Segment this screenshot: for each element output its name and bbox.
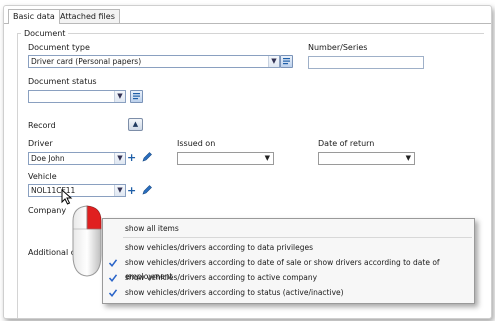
dialog-window: Basic data Attached files Document Docum… — [3, 5, 492, 319]
document-type-select[interactable]: Driver card (Personal papers) ▼ — [28, 55, 280, 68]
checkmark-icon — [108, 274, 118, 283]
document-status-label: Document status — [28, 77, 97, 86]
tab-underline — [4, 23, 491, 24]
chevron-down-icon[interactable]: ▼ — [114, 91, 125, 102]
checkmark-icon — [108, 289, 118, 298]
driver-value: Doe John — [31, 154, 65, 163]
mouse-icon — [72, 205, 102, 277]
menu-item-active-company[interactable]: show vehicles/drivers according to activ… — [103, 271, 474, 285]
chevron-down-icon[interactable]: ▼ — [114, 185, 125, 196]
menu-item-label: show vehicles/drivers according to activ… — [125, 273, 318, 282]
group-title: Document — [21, 29, 69, 38]
vehicle-select[interactable]: NOL11CF11 ▼ — [28, 184, 126, 197]
filter-context-menu: show all items show vehicles/drivers acc… — [102, 218, 475, 304]
record-label: Record — [28, 121, 56, 130]
vehicle-label: Vehicle — [28, 172, 57, 181]
document-type-label: Document type — [28, 43, 90, 52]
tab-attached-files-label: Attached files — [60, 12, 115, 21]
list-lookup-icon[interactable] — [280, 55, 293, 68]
company-label: Company — [28, 206, 67, 215]
plus-icon[interactable]: + — [127, 152, 136, 163]
number-series-label: Number/Series — [308, 43, 368, 52]
pencil-icon[interactable] — [141, 184, 153, 196]
date-of-return-date-picker[interactable]: ▼ — [318, 152, 415, 165]
menu-item-status[interactable]: show vehicles/drivers according to statu… — [103, 286, 474, 300]
tab-basic-data[interactable]: Basic data — [8, 9, 60, 24]
menu-item-show-all[interactable]: show all items — [103, 222, 474, 236]
checkmark-icon — [108, 259, 118, 268]
menu-item-data-privileges[interactable]: show vehicles/drivers according to data … — [103, 241, 474, 255]
menu-item-label: show vehicles/drivers according to data … — [125, 243, 314, 252]
menu-separator — [123, 237, 472, 238]
list-lookup-icon-glyph — [133, 93, 140, 100]
date-of-return-label: Date of return — [318, 139, 375, 148]
driver-label: Driver — [28, 139, 53, 148]
issued-on-label: Issued on — [177, 139, 216, 148]
issued-on-date-picker[interactable]: ▼ — [177, 152, 274, 165]
document-type-value: Driver card (Personal papers) — [31, 57, 142, 66]
tab-bar: Basic data Attached files — [4, 6, 491, 24]
number-series-input[interactable] — [308, 56, 424, 69]
plus-icon[interactable]: + — [127, 185, 136, 196]
chevron-down-icon[interactable]: ▼ — [406, 153, 411, 164]
tab-attached-files[interactable]: Attached files — [55, 9, 120, 23]
menu-item-label: show vehicles/drivers according to statu… — [125, 288, 344, 297]
tab-basic-data-label: Basic data — [13, 12, 55, 21]
chevron-up-icon[interactable]: ▲ — [128, 118, 143, 131]
menu-item-label: show all items — [125, 224, 179, 233]
document-status-select[interactable]: ▼ — [28, 90, 126, 103]
list-lookup-icon[interactable] — [130, 90, 143, 103]
chevron-down-icon[interactable]: ▼ — [265, 153, 270, 164]
pencil-icon[interactable] — [141, 151, 153, 163]
menu-item-date-of-sale[interactable]: show vehicles/drivers according to date … — [103, 256, 474, 281]
list-lookup-icon-glyph — [283, 58, 290, 65]
driver-select[interactable]: Doe John ▼ — [28, 152, 126, 165]
chevron-down-icon[interactable]: ▼ — [114, 153, 125, 164]
chevron-down-icon[interactable]: ▼ — [268, 56, 279, 67]
